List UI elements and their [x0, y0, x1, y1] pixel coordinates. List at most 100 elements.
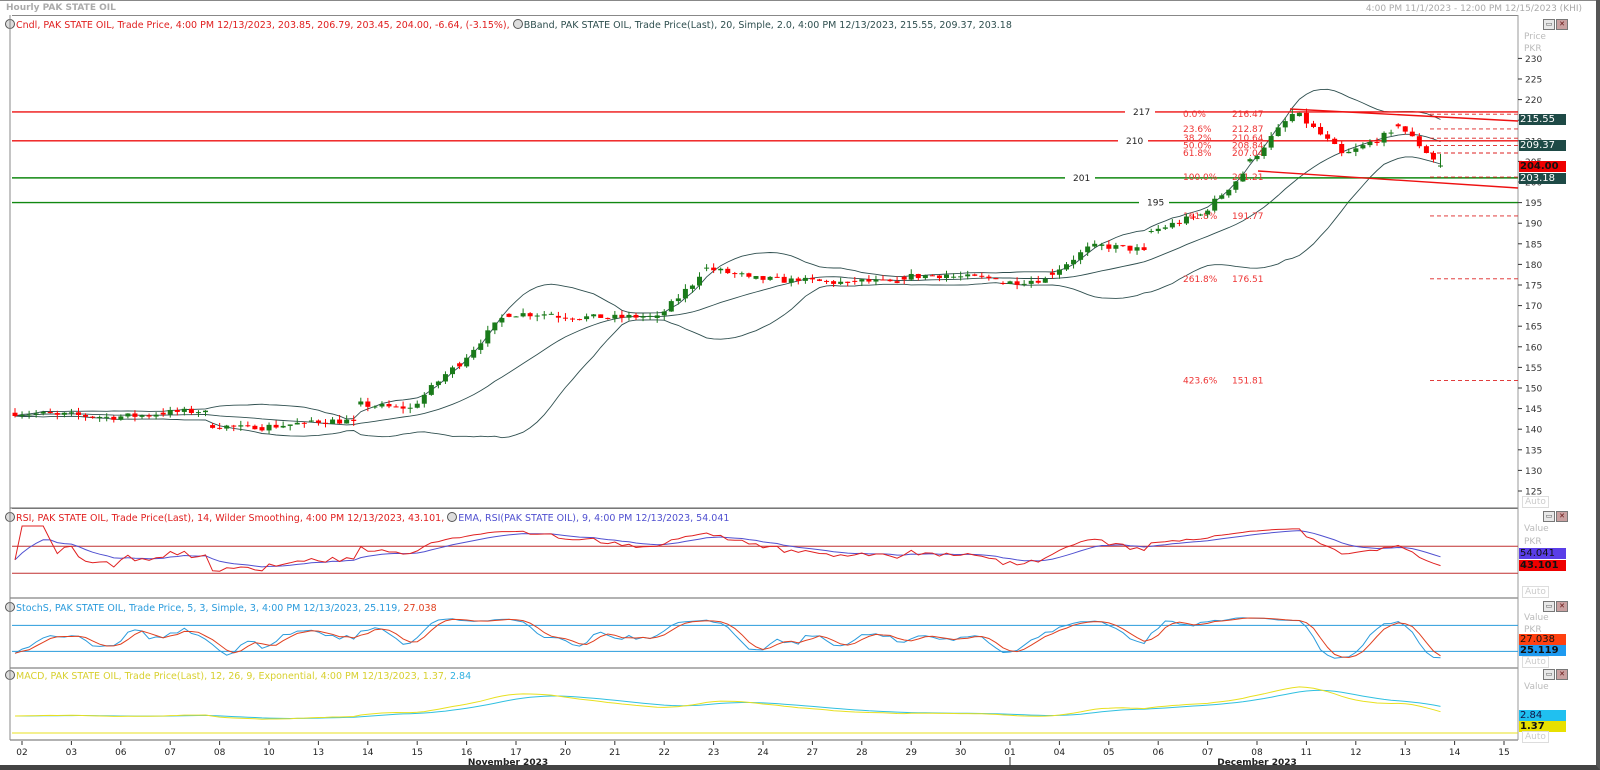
candle-body	[1409, 131, 1415, 137]
candle-body	[506, 313, 512, 317]
candle-body	[612, 314, 618, 319]
candle-body	[1205, 210, 1211, 215]
candle-body	[450, 367, 455, 375]
candle-body	[104, 416, 110, 418]
y-tick-label: 180	[1525, 261, 1542, 271]
candle-body	[760, 276, 766, 280]
candle-body	[125, 413, 131, 417]
candle-body	[1127, 245, 1133, 251]
candle-body	[188, 408, 194, 413]
chart-canvas[interactable]: 125 130 135 140 145 150 155 160 165 170 175 180 185 1…	[0, 0, 1600, 770]
candle-body	[485, 330, 491, 344]
x-tick-label: 15	[411, 748, 422, 758]
x-tick-label: 14	[1449, 748, 1461, 758]
candle-body	[1289, 114, 1295, 122]
candle-body	[1360, 145, 1366, 149]
candle-body	[266, 424, 272, 431]
candle-body	[668, 301, 674, 312]
candle-body	[61, 412, 67, 415]
candle-body	[718, 268, 724, 271]
candle-body	[132, 413, 138, 417]
price-tag: 215.55	[1519, 114, 1566, 125]
candle-body	[457, 363, 463, 367]
candle-body	[965, 274, 971, 277]
candle-body	[181, 408, 187, 412]
candle-body	[901, 276, 907, 280]
candle-body	[1254, 155, 1260, 160]
candle-body	[795, 278, 801, 281]
candle-body	[492, 322, 498, 331]
price-tag: 204.00	[1519, 161, 1566, 172]
x-tick-label: 23	[708, 748, 719, 758]
candle-body	[1078, 252, 1084, 260]
rsi-ema-line	[14, 530, 1441, 568]
candle-body	[1085, 246, 1091, 253]
x-tick-label: 13	[1399, 748, 1410, 758]
x-tick-label: 21	[609, 748, 620, 758]
candle-body	[929, 275, 935, 277]
x-tick-label: 07	[164, 748, 175, 758]
x-tick-label: 05	[1103, 748, 1114, 758]
candle-body	[238, 425, 244, 427]
x-tick-label: 06	[1152, 748, 1164, 758]
horizontal-line-label: 217	[1133, 108, 1150, 118]
candle-body	[421, 394, 427, 404]
candle-body	[471, 349, 477, 358]
candle-body	[1155, 228, 1161, 232]
candle-body	[400, 406, 406, 409]
candle-body	[337, 419, 343, 424]
candle-body	[1071, 259, 1077, 265]
candle-body	[880, 279, 886, 281]
y-tick-label: 125	[1525, 488, 1542, 498]
candle-body	[993, 278, 999, 280]
y-tick-label: 185	[1525, 240, 1542, 250]
candle-body	[252, 425, 258, 430]
candle-body	[958, 276, 964, 278]
candle-body	[1374, 142, 1380, 144]
candle-body	[922, 275, 928, 279]
candle-body	[1049, 272, 1055, 275]
candle-body	[859, 279, 865, 282]
candle-body	[1381, 132, 1387, 143]
candle-body	[1064, 264, 1069, 270]
candle-body	[26, 414, 32, 416]
candle-body	[323, 422, 328, 424]
candle-body	[1092, 243, 1098, 247]
candle-body	[139, 415, 145, 417]
candle-body	[47, 412, 53, 414]
candle-body	[358, 401, 364, 405]
candle-body	[1303, 112, 1309, 124]
y-tick-label: 170	[1525, 302, 1542, 312]
candle-body	[1042, 278, 1048, 283]
candle-body	[478, 343, 484, 350]
y-tick-label: 155	[1525, 364, 1542, 374]
candle-body	[647, 315, 653, 317]
price-panel: 125 130 135 140 145 150 155 160 165 170 175 180 185 1…	[12, 55, 1542, 498]
candle-body	[210, 425, 216, 428]
candle-body	[1162, 227, 1168, 229]
candle-body	[19, 414, 25, 417]
macd-panel	[12, 686, 1518, 734]
candle-body	[315, 420, 321, 423]
x-tick-label: 16	[461, 748, 473, 758]
candle-body	[308, 420, 314, 422]
candle-body	[619, 314, 625, 318]
y-tick-label: 195	[1525, 199, 1542, 209]
fibonacci-price-label: 216.47	[1232, 110, 1264, 120]
x-tick-label: 17	[510, 748, 521, 758]
candle-body	[146, 415, 152, 417]
candle-body	[1402, 126, 1408, 132]
candle-body	[294, 422, 300, 425]
candle-body	[661, 311, 667, 316]
candle-body	[979, 275, 985, 277]
candle-body	[1388, 132, 1394, 134]
rsi-line	[14, 525, 1441, 572]
horizontal-line-label: 210	[1126, 137, 1143, 147]
candle-body	[986, 276, 992, 279]
candle-body	[1367, 142, 1373, 146]
candle-body	[40, 412, 46, 414]
x-tick-label: 15	[1498, 748, 1509, 758]
candle-body	[1416, 136, 1422, 147]
candle-body	[873, 279, 879, 282]
candle-body	[1176, 222, 1182, 224]
